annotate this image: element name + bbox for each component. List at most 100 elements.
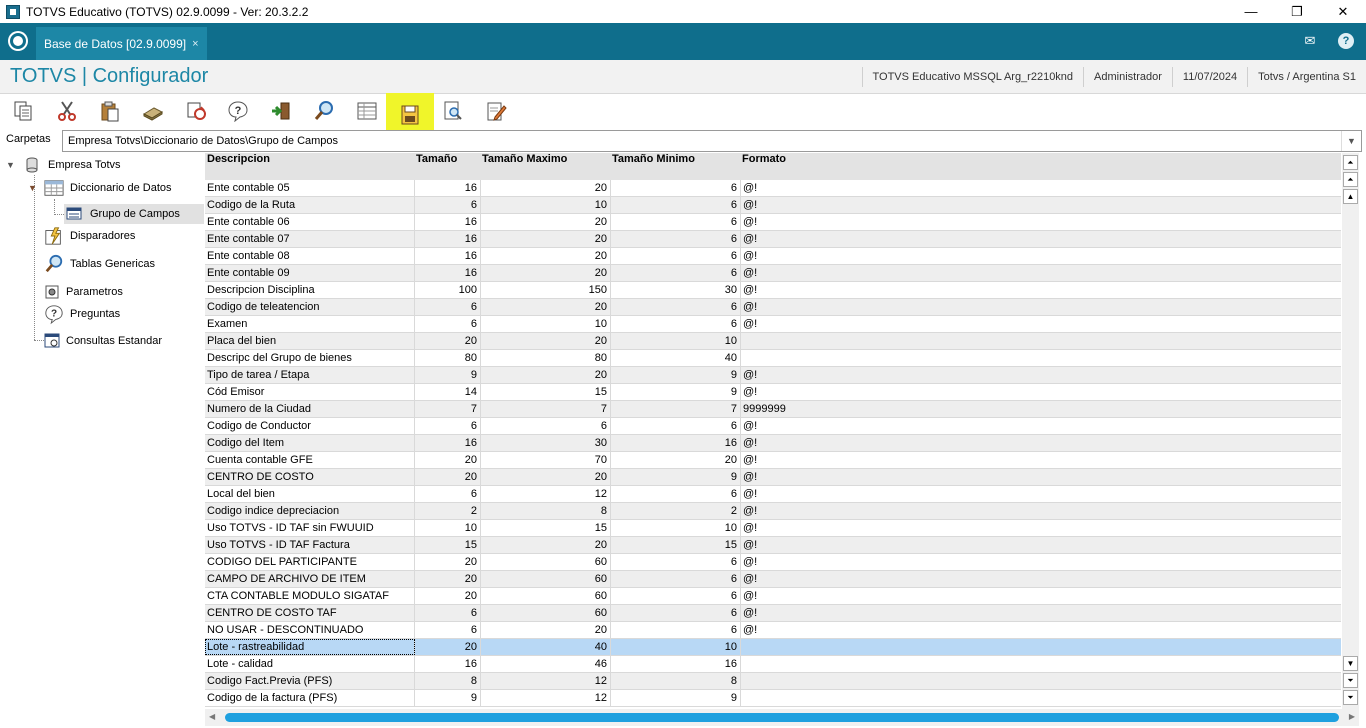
refresh-button[interactable] bbox=[181, 96, 211, 126]
chevron-down-icon[interactable]: ▼ bbox=[1341, 131, 1361, 151]
cell-tamano[interactable]: 20 bbox=[415, 333, 481, 349]
cell-formato[interactable]: @! bbox=[741, 316, 1341, 332]
table-row[interactable]: Codigo de la factura (PFS) 9 12 9 bbox=[205, 690, 1341, 707]
cell-formato[interactable]: @! bbox=[741, 452, 1341, 468]
table-row[interactable]: Codigo de Conductor 6 6 6 @! bbox=[205, 418, 1341, 435]
table-row[interactable]: Codigo del Item 16 30 16 @! bbox=[205, 435, 1341, 452]
cell-formato[interactable]: @! bbox=[741, 554, 1341, 570]
cut-button[interactable] bbox=[52, 96, 82, 126]
cell-tamano-minimo[interactable]: 8 bbox=[611, 673, 741, 689]
cell-descripcion[interactable]: Uso TOTVS - ID TAF sin FWUUID bbox=[205, 520, 415, 536]
cell-tamano-minimo[interactable]: 30 bbox=[611, 282, 741, 298]
tree-item-parametros[interactable]: Parametros bbox=[44, 282, 123, 302]
cell-tamano[interactable]: 6 bbox=[415, 316, 481, 332]
cell-formato[interactable]: @! bbox=[741, 197, 1341, 213]
cell-tamano[interactable]: 2 bbox=[415, 503, 481, 519]
cell-formato[interactable] bbox=[741, 350, 1341, 366]
cell-tamano[interactable]: 6 bbox=[415, 197, 481, 213]
exit-button[interactable] bbox=[266, 96, 296, 126]
cell-tamano-maximo[interactable]: 150 bbox=[481, 282, 611, 298]
scroll-top-icon[interactable]: ⏶ bbox=[1343, 155, 1358, 170]
cell-tamano-maximo[interactable]: 12 bbox=[481, 673, 611, 689]
cell-formato[interactable]: 9999999 bbox=[741, 401, 1341, 417]
table-row[interactable]: Ente contable 09 16 20 6 @! bbox=[205, 265, 1341, 282]
cell-tamano-minimo[interactable]: 16 bbox=[611, 435, 741, 451]
cell-descripcion[interactable]: CAMPO DE ARCHIVO DE ITEM bbox=[205, 571, 415, 587]
cell-tamano-maximo[interactable]: 60 bbox=[481, 571, 611, 587]
carpetas-path-select[interactable]: Empresa Totvs\Diccionario de Datos\Grupo… bbox=[62, 130, 1362, 152]
cell-formato[interactable]: @! bbox=[741, 503, 1341, 519]
cell-tamano-maximo[interactable]: 8 bbox=[481, 503, 611, 519]
cell-tamano-maximo[interactable]: 20 bbox=[481, 537, 611, 553]
maximize-button[interactable]: ❐ bbox=[1274, 0, 1320, 23]
tree-item-diccionario[interactable]: ▼ Diccionario de Datos bbox=[28, 178, 172, 198]
tab-close-icon[interactable]: × bbox=[192, 38, 198, 50]
cell-tamano-maximo[interactable]: 20 bbox=[481, 231, 611, 247]
cell-tamano[interactable]: 9 bbox=[415, 367, 481, 383]
table-row[interactable]: CENTRO DE COSTO 20 20 9 @! bbox=[205, 469, 1341, 486]
cell-tamano[interactable]: 16 bbox=[415, 265, 481, 281]
scroll-page-down-icon[interactable]: ⏷ bbox=[1343, 673, 1358, 688]
cell-tamano-maximo[interactable]: 10 bbox=[481, 197, 611, 213]
cell-tamano-maximo[interactable]: 20 bbox=[481, 622, 611, 638]
cell-tamano-maximo[interactable]: 15 bbox=[481, 384, 611, 400]
cell-descripcion[interactable]: Numero de la Ciudad bbox=[205, 401, 415, 417]
cell-formato[interactable]: @! bbox=[741, 214, 1341, 230]
table-row[interactable]: CODIGO DEL PARTICIPANTE 20 60 6 @! bbox=[205, 554, 1341, 571]
cell-formato[interactable]: @! bbox=[741, 231, 1341, 247]
cell-tamano-minimo[interactable]: 6 bbox=[611, 588, 741, 604]
cell-descripcion[interactable]: Codigo de la factura (PFS) bbox=[205, 690, 415, 706]
cell-descripcion[interactable]: Codigo Fact.Previa (PFS) bbox=[205, 673, 415, 689]
cell-descripcion[interactable]: Local del bien bbox=[205, 486, 415, 502]
cell-tamano-minimo[interactable]: 6 bbox=[611, 605, 741, 621]
cell-tamano[interactable]: 6 bbox=[415, 418, 481, 434]
cell-tamano[interactable]: 16 bbox=[415, 214, 481, 230]
tree-item-grupo-de-campos[interactable]: Grupo de Campos bbox=[64, 204, 204, 224]
cell-tamano[interactable]: 6 bbox=[415, 299, 481, 315]
table-row[interactable]: Cód Emisor 14 15 9 @! bbox=[205, 384, 1341, 401]
cell-tamano-minimo[interactable]: 6 bbox=[611, 231, 741, 247]
scroll-page-up-icon[interactable]: ⏶ bbox=[1343, 172, 1358, 187]
cell-descripcion[interactable]: Codigo del Item bbox=[205, 435, 415, 451]
cell-tamano-minimo[interactable]: 9 bbox=[611, 690, 741, 706]
scroll-down-icon[interactable]: ▼ bbox=[1343, 656, 1358, 671]
book-button[interactable] bbox=[138, 96, 168, 126]
cell-tamano[interactable]: 100 bbox=[415, 282, 481, 298]
cell-tamano-maximo[interactable]: 6 bbox=[481, 418, 611, 434]
totvs-logo-icon[interactable] bbox=[8, 31, 28, 51]
cell-tamano-maximo[interactable]: 60 bbox=[481, 605, 611, 621]
cell-tamano-maximo[interactable]: 7 bbox=[481, 401, 611, 417]
table-row[interactable]: Ente contable 05 16 20 6 @! bbox=[205, 180, 1341, 197]
cell-descripcion[interactable]: CENTRO DE COSTO TAF bbox=[205, 605, 415, 621]
tab-base-de-datos[interactable]: Base de Datos [02.9.0099] × bbox=[36, 27, 207, 60]
table-row[interactable]: Uso TOTVS - ID TAF Factura 15 20 15 @! bbox=[205, 537, 1341, 554]
cell-tamano-minimo[interactable]: 15 bbox=[611, 537, 741, 553]
scroll-right-icon[interactable]: ▶ bbox=[1349, 712, 1355, 721]
copy-button[interactable] bbox=[8, 96, 38, 126]
table-row[interactable]: Codigo de la Ruta 6 10 6 @! bbox=[205, 197, 1341, 214]
cell-tamano-maximo[interactable]: 20 bbox=[481, 180, 611, 196]
cell-tamano-maximo[interactable]: 10 bbox=[481, 316, 611, 332]
column-header-formato[interactable]: Formato bbox=[742, 153, 786, 166]
cell-descripcion[interactable]: Examen bbox=[205, 316, 415, 332]
table-row[interactable]: Codigo indice depreciacion 2 8 2 @! bbox=[205, 503, 1341, 520]
cell-tamano-maximo[interactable]: 60 bbox=[481, 554, 611, 570]
tree-item-preguntas[interactable]: ? Preguntas bbox=[44, 304, 120, 325]
cell-formato[interactable]: @! bbox=[741, 520, 1341, 536]
tree-item-consultas-estandar[interactable]: Consultas Estandar bbox=[44, 331, 162, 351]
grid-button[interactable] bbox=[352, 96, 382, 126]
cell-formato[interactable]: @! bbox=[741, 367, 1341, 383]
table-row[interactable]: Placa del bien 20 20 10 bbox=[205, 333, 1341, 350]
cell-descripcion[interactable]: Cód Emisor bbox=[205, 384, 415, 400]
cell-tamano[interactable]: 20 bbox=[415, 469, 481, 485]
cell-descripcion[interactable]: Cuenta contable GFE bbox=[205, 452, 415, 468]
cell-tamano-maximo[interactable]: 12 bbox=[481, 690, 611, 706]
cell-tamano[interactable]: 16 bbox=[415, 435, 481, 451]
horizontal-scrollbar[interactable]: ◀ ▶ bbox=[205, 709, 1359, 726]
table-row[interactable]: CENTRO DE COSTO TAF 6 60 6 @! bbox=[205, 605, 1341, 622]
cell-tamano-maximo[interactable]: 40 bbox=[481, 639, 611, 655]
cell-formato[interactable]: @! bbox=[741, 180, 1341, 196]
cell-formato[interactable]: @! bbox=[741, 435, 1341, 451]
column-header-tamano-minimo[interactable]: Tamaño Minimo bbox=[612, 153, 695, 166]
cell-tamano-minimo[interactable]: 9 bbox=[611, 384, 741, 400]
